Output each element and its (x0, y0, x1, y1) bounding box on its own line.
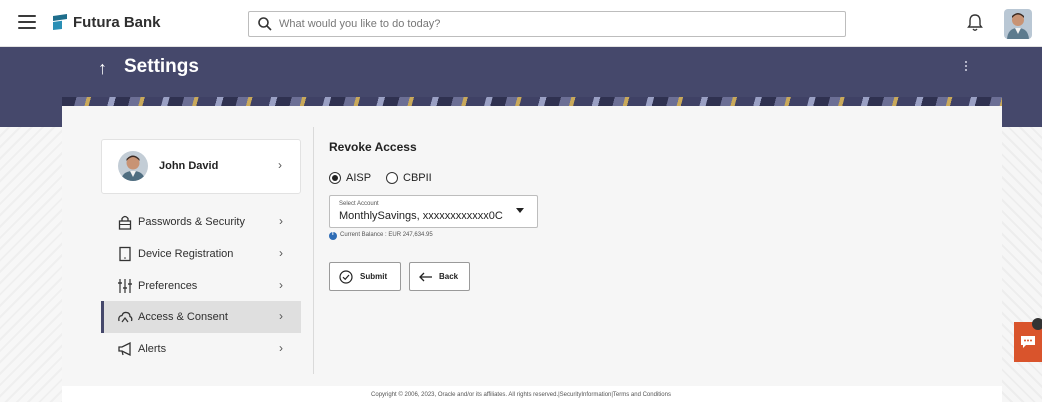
up-arrow-icon[interactable]: ↑ (98, 58, 107, 79)
decorative-stripe (62, 97, 1002, 106)
chevron-right-icon: › (279, 246, 283, 260)
more-options-icon[interactable] (963, 61, 969, 75)
top-header: Futura Bank (0, 0, 1042, 47)
page-title: Settings (124, 56, 199, 77)
sidebar-item-label: Passwords & Security (138, 216, 245, 228)
chevron-right-icon: › (278, 158, 282, 172)
arrow-left-icon (419, 272, 432, 282)
footer-copyright: Copyright © 2006, 2023, Oracle and/or it… (371, 392, 671, 398)
sidebar-item-label: Preferences (138, 280, 198, 292)
radio-aisp[interactable]: AISP (329, 172, 377, 186)
chevron-right-icon: › (279, 214, 283, 228)
radio-button-unchecked-icon[interactable] (386, 172, 398, 184)
radio-label: AISP (346, 172, 372, 184)
select-caption: Select Account (339, 201, 379, 207)
profile-avatar-icon (118, 151, 148, 181)
back-button[interactable]: Back (409, 262, 470, 291)
search-icon (258, 17, 272, 31)
current-balance: Current Balance : EUR 247,634.95 (340, 232, 433, 238)
sidebar-item-passwords-security[interactable]: Passwords & Security › (101, 206, 301, 238)
cloud-access-icon (118, 311, 133, 323)
sliders-icon (118, 279, 132, 293)
bank-logo-icon (53, 14, 67, 30)
radio-label: CBPII (403, 172, 432, 184)
megaphone-icon (118, 341, 131, 357)
profile-name: John David (159, 160, 219, 172)
chevron-right-icon: › (279, 341, 283, 355)
brand-name[interactable]: Futura Bank (73, 14, 161, 31)
chevron-right-icon: › (279, 309, 283, 323)
sidebar-item-label: Alerts (138, 343, 167, 355)
sidebar-item-label: Device Registration (138, 248, 234, 260)
account-select[interactable]: Select Account MonthlySavings, xxxxxxxxx… (329, 195, 538, 228)
submit-button[interactable]: Submit (329, 262, 401, 291)
chevron-right-icon: › (279, 278, 283, 292)
check-circle-icon (339, 270, 353, 284)
chat-notification-badge (1032, 318, 1042, 330)
caret-down-icon (516, 208, 524, 213)
select-value: MonthlySavings, xxxxxxxxxxxx0C (339, 210, 503, 222)
lock-icon (118, 215, 132, 230)
vertical-divider (313, 127, 314, 374)
sidebar-item-alerts[interactable]: Alerts › (101, 333, 301, 365)
radio-button-checked-icon[interactable] (329, 172, 341, 184)
info-icon (329, 231, 337, 240)
hamburger-menu-icon[interactable] (18, 15, 36, 29)
section-title: Revoke Access (329, 140, 417, 154)
search-input[interactable] (279, 15, 829, 33)
search-bar[interactable] (248, 11, 846, 37)
submit-label: Submit (360, 272, 388, 281)
user-avatar-icon[interactable] (1004, 9, 1032, 39)
sidebar-item-device-registration[interactable]: Device Registration › (101, 238, 301, 270)
back-label: Back (439, 272, 459, 281)
profile-card[interactable]: John David › (101, 139, 301, 194)
notification-bell-icon[interactable] (966, 13, 984, 33)
chat-icon (1021, 336, 1035, 348)
sidebar-item-access-consent[interactable]: Access & Consent › (101, 301, 301, 333)
radio-cbpii[interactable]: CBPII (386, 172, 436, 186)
sidebar-item-preferences[interactable]: Preferences › (101, 270, 301, 302)
sidebar-item-label: Access & Consent (138, 311, 228, 323)
device-icon (119, 246, 131, 262)
